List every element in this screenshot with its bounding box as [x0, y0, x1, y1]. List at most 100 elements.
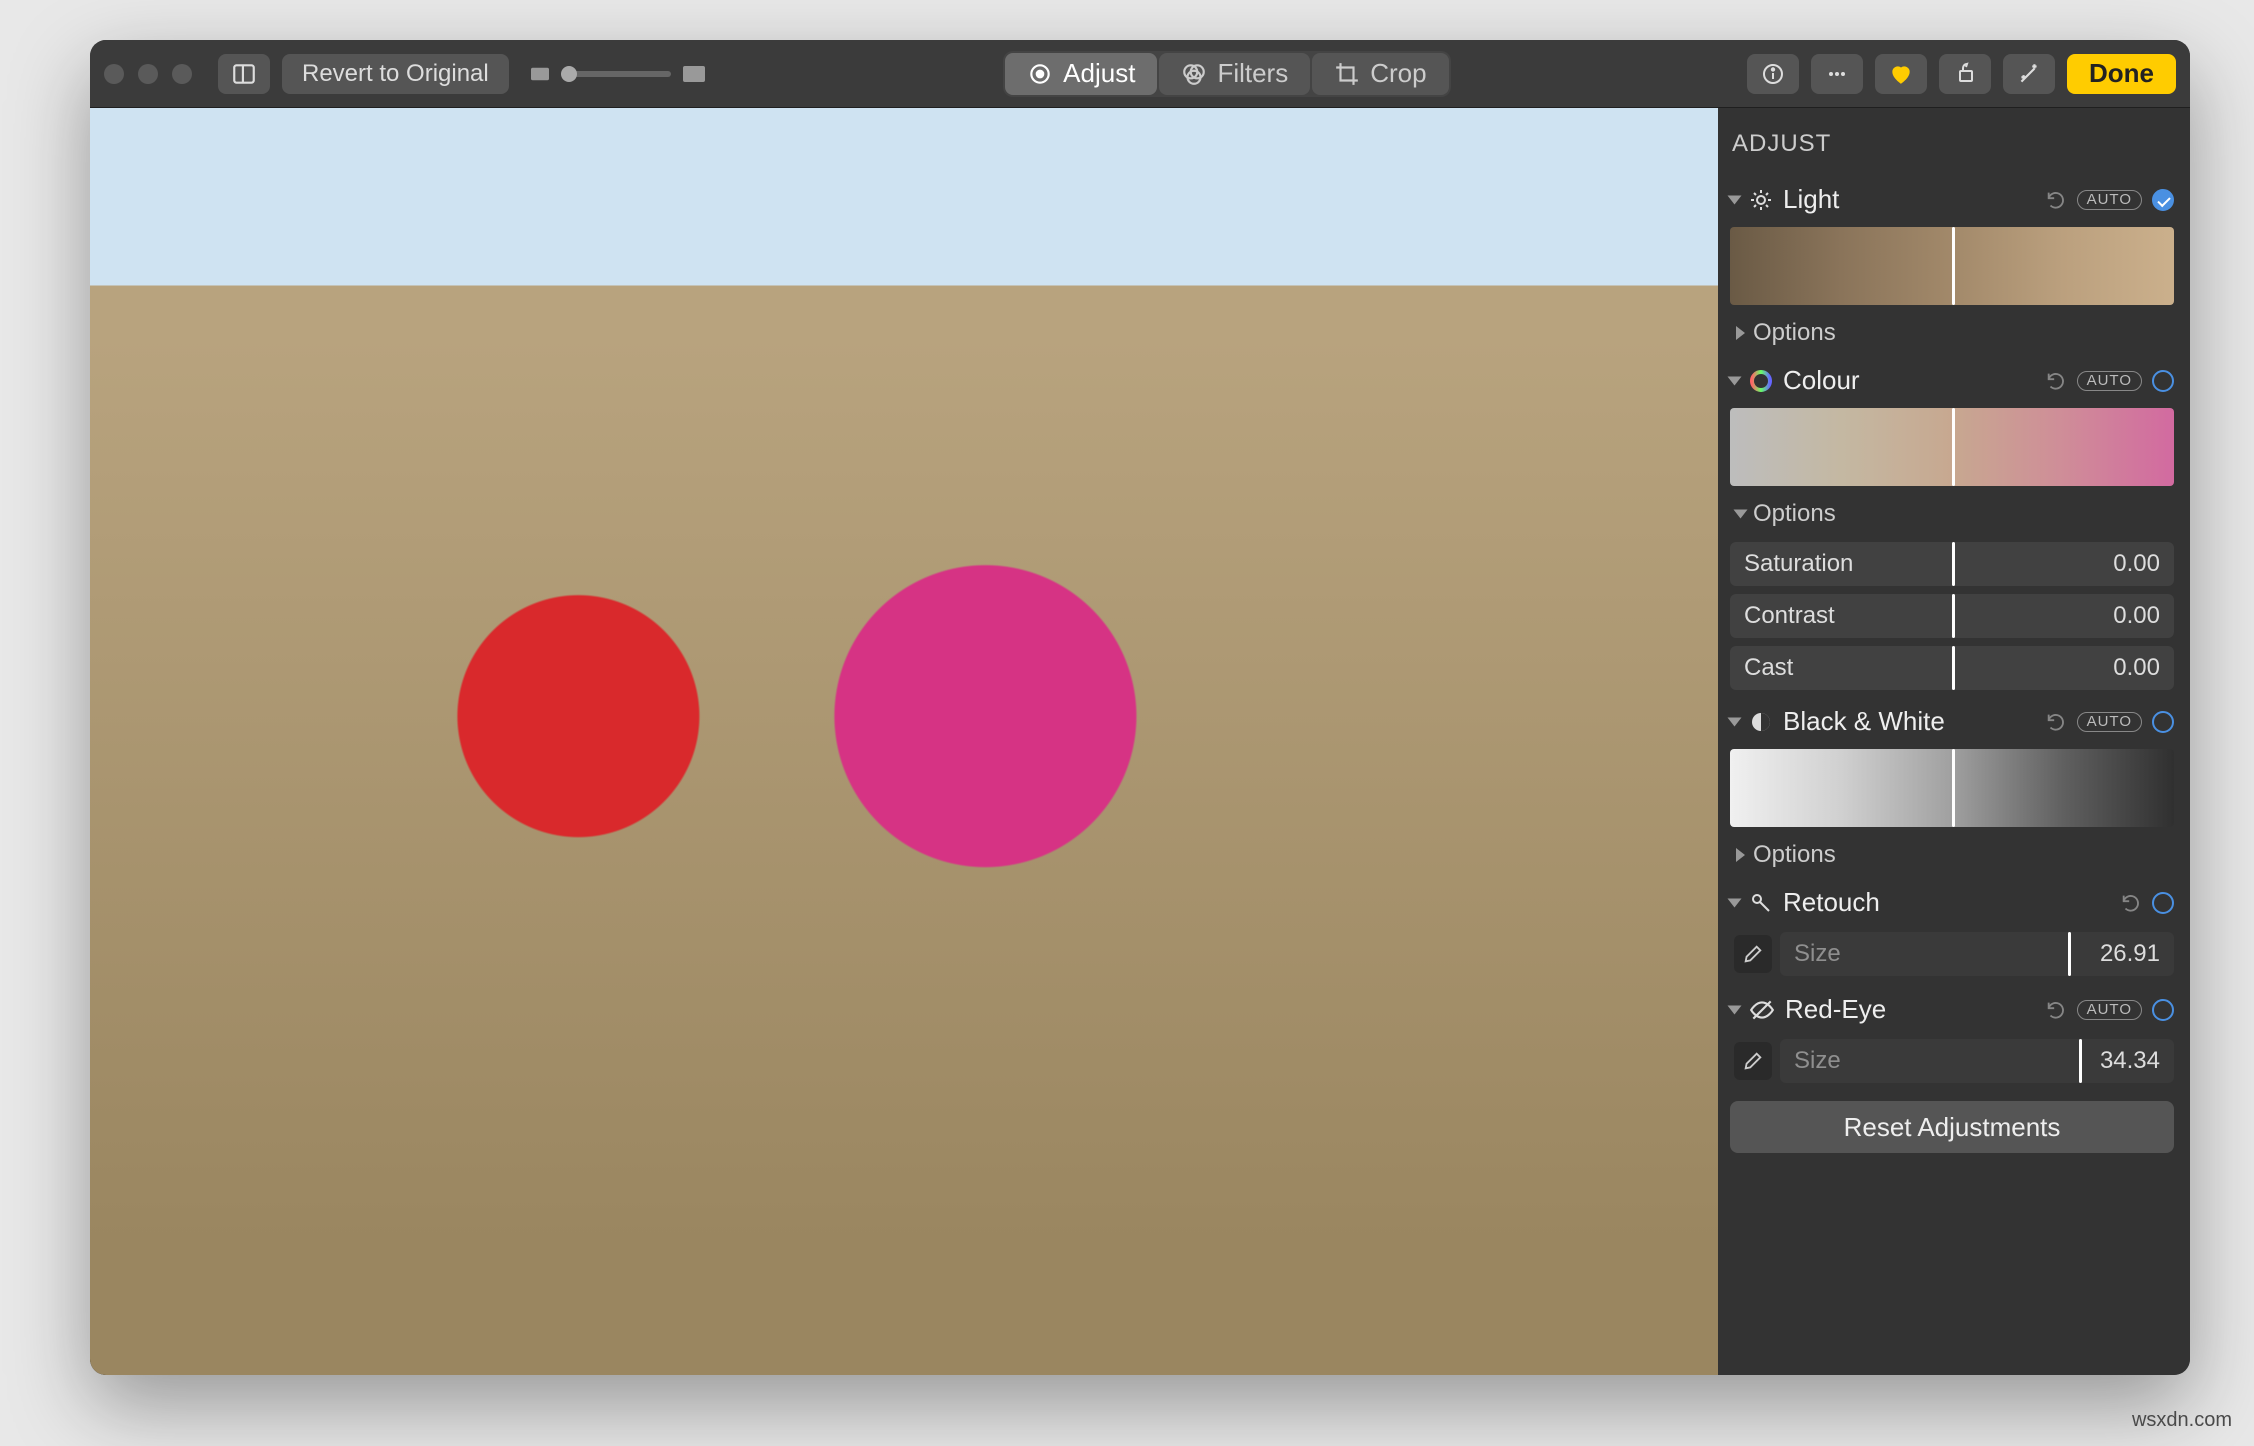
saturation-value: 0.00	[2113, 550, 2160, 578]
adjust-sidebar: ADJUST Light AUTO Options	[1718, 108, 2190, 1375]
disclosure-icon[interactable]	[1728, 376, 1742, 385]
reset-arrow-icon[interactable]	[2045, 711, 2067, 733]
bw-auto-button[interactable]: AUTO	[2077, 712, 2142, 732]
tab-filters-label: Filters	[1217, 58, 1288, 89]
magic-wand-icon	[2016, 61, 2042, 87]
rotate-icon	[1953, 62, 1977, 86]
section-bw-label: Black & White	[1783, 706, 1945, 737]
tab-adjust[interactable]: Adjust	[1005, 53, 1157, 95]
retouch-size-label: Size	[1794, 940, 1841, 968]
saturation-slider[interactable]: Saturation 0.00	[1730, 542, 2174, 586]
section-colour-label: Colour	[1783, 365, 1860, 396]
sidebar-title: ADJUST	[1718, 108, 2190, 176]
zoom-out-thumb-icon	[529, 65, 551, 83]
disclosure-icon[interactable]	[1728, 1005, 1742, 1014]
zoom-control[interactable]	[529, 64, 707, 84]
redeye-icon	[1749, 999, 1775, 1021]
light-options-row[interactable]: Options	[1724, 313, 2180, 357]
contrast-value: 0.00	[2113, 602, 2160, 630]
rotate-button[interactable]	[1939, 54, 1991, 94]
window-controls	[104, 64, 192, 84]
more-button[interactable]	[1811, 54, 1863, 94]
reset-arrow-icon[interactable]	[2120, 892, 2142, 914]
reset-arrow-icon[interactable]	[2045, 370, 2067, 392]
bw-options-row[interactable]: Options	[1724, 835, 2180, 879]
edit-mode-tabs: Adjust Filters Crop	[1003, 51, 1450, 97]
filters-icon	[1181, 61, 1207, 87]
light-auto-button[interactable]: AUTO	[2077, 190, 2142, 210]
reset-arrow-icon[interactable]	[2045, 189, 2067, 211]
disclosure-icon[interactable]	[1728, 898, 1742, 907]
redeye-enable-toggle[interactable]	[2152, 999, 2174, 1021]
redeye-brush-button[interactable]	[1734, 1042, 1772, 1080]
revert-label: Revert to Original	[302, 60, 489, 88]
light-slider-strip[interactable]	[1730, 227, 2174, 305]
disclosure-icon[interactable]	[1734, 510, 1748, 519]
favorite-button[interactable]	[1875, 54, 1927, 94]
disclosure-icon[interactable]	[1736, 848, 1745, 862]
heart-icon	[1888, 61, 1914, 87]
redeye-size-slider[interactable]: Size 34.34	[1780, 1039, 2174, 1083]
brush-icon	[1742, 943, 1764, 965]
tab-crop[interactable]: Crop	[1312, 53, 1448, 95]
redeye-size-value: 34.34	[2100, 1047, 2160, 1075]
reset-adjustments-label: Reset Adjustments	[1844, 1112, 2061, 1142]
light-enable-toggle[interactable]	[2152, 189, 2174, 211]
section-retouch-label: Retouch	[1783, 887, 1880, 918]
minimize-window-button[interactable]	[138, 64, 158, 84]
colour-enable-toggle[interactable]	[2152, 370, 2174, 392]
section-light-header[interactable]: Light AUTO	[1724, 176, 2180, 223]
section-redeye-header[interactable]: Red-Eye AUTO	[1724, 986, 2180, 1033]
colour-options-row[interactable]: Options	[1724, 494, 2180, 538]
cast-value: 0.00	[2113, 654, 2160, 682]
section-retouch-header[interactable]: Retouch	[1724, 879, 2180, 926]
zoom-in-thumb-icon	[681, 64, 707, 84]
done-label: Done	[2089, 58, 2154, 89]
bw-slider-strip[interactable]	[1730, 749, 2174, 827]
adjust-dial-icon	[1027, 61, 1053, 87]
colour-slider-strip[interactable]	[1730, 408, 2174, 486]
section-colour-header[interactable]: Colour AUTO	[1724, 357, 2180, 404]
fullscreen-window-button[interactable]	[172, 64, 192, 84]
reset-arrow-icon[interactable]	[2045, 999, 2067, 1021]
disclosure-icon[interactable]	[1728, 717, 1742, 726]
retouch-brush-button[interactable]	[1734, 935, 1772, 973]
retouch-size-slider[interactable]: Size 26.91	[1780, 932, 2174, 976]
toolbar-right-group: Done	[1747, 54, 2176, 94]
zoom-slider[interactable]	[561, 71, 671, 77]
sidebar-scroll[interactable]: Light AUTO Options Colour	[1718, 176, 2190, 1375]
colour-auto-button[interactable]: AUTO	[2077, 371, 2142, 391]
tab-filters[interactable]: Filters	[1159, 53, 1310, 95]
cast-slider[interactable]: Cast 0.00	[1730, 646, 2174, 690]
sidebar-toggle-button[interactable]	[218, 54, 270, 94]
section-light-label: Light	[1783, 184, 1839, 215]
redeye-auto-button[interactable]: AUTO	[2077, 1000, 2142, 1020]
brush-icon	[1742, 1050, 1764, 1072]
reset-adjustments-button[interactable]: Reset Adjustments	[1730, 1101, 2174, 1153]
colour-wheel-icon	[1749, 369, 1773, 393]
retouch-size-row: Size 26.91	[1730, 932, 2174, 976]
retouch-size-value: 26.91	[2100, 940, 2160, 968]
cast-label: Cast	[1744, 654, 1793, 682]
photo-placeholder	[90, 108, 1718, 1375]
bw-enable-toggle[interactable]	[2152, 711, 2174, 733]
auto-enhance-button[interactable]	[2003, 54, 2055, 94]
done-button[interactable]: Done	[2067, 54, 2176, 94]
redeye-size-label: Size	[1794, 1047, 1841, 1075]
disclosure-icon[interactable]	[1736, 326, 1745, 340]
revert-to-original-button[interactable]: Revert to Original	[282, 54, 509, 94]
tab-adjust-label: Adjust	[1063, 58, 1135, 89]
section-redeye-label: Red-Eye	[1785, 994, 1886, 1025]
section-bw-header[interactable]: Black & White AUTO	[1724, 698, 2180, 745]
info-button[interactable]	[1747, 54, 1799, 94]
saturation-label: Saturation	[1744, 550, 1853, 578]
photo-canvas[interactable]	[90, 108, 1718, 1375]
retouch-enable-toggle[interactable]	[2152, 892, 2174, 914]
sidebar-icon	[231, 61, 257, 87]
close-window-button[interactable]	[104, 64, 124, 84]
disclosure-icon[interactable]	[1728, 195, 1742, 204]
bw-icon	[1749, 710, 1773, 734]
contrast-slider[interactable]: Contrast 0.00	[1730, 594, 2174, 638]
photos-edit-window: Revert to Original Adjust Filt	[90, 40, 2190, 1375]
crop-icon	[1334, 61, 1360, 87]
